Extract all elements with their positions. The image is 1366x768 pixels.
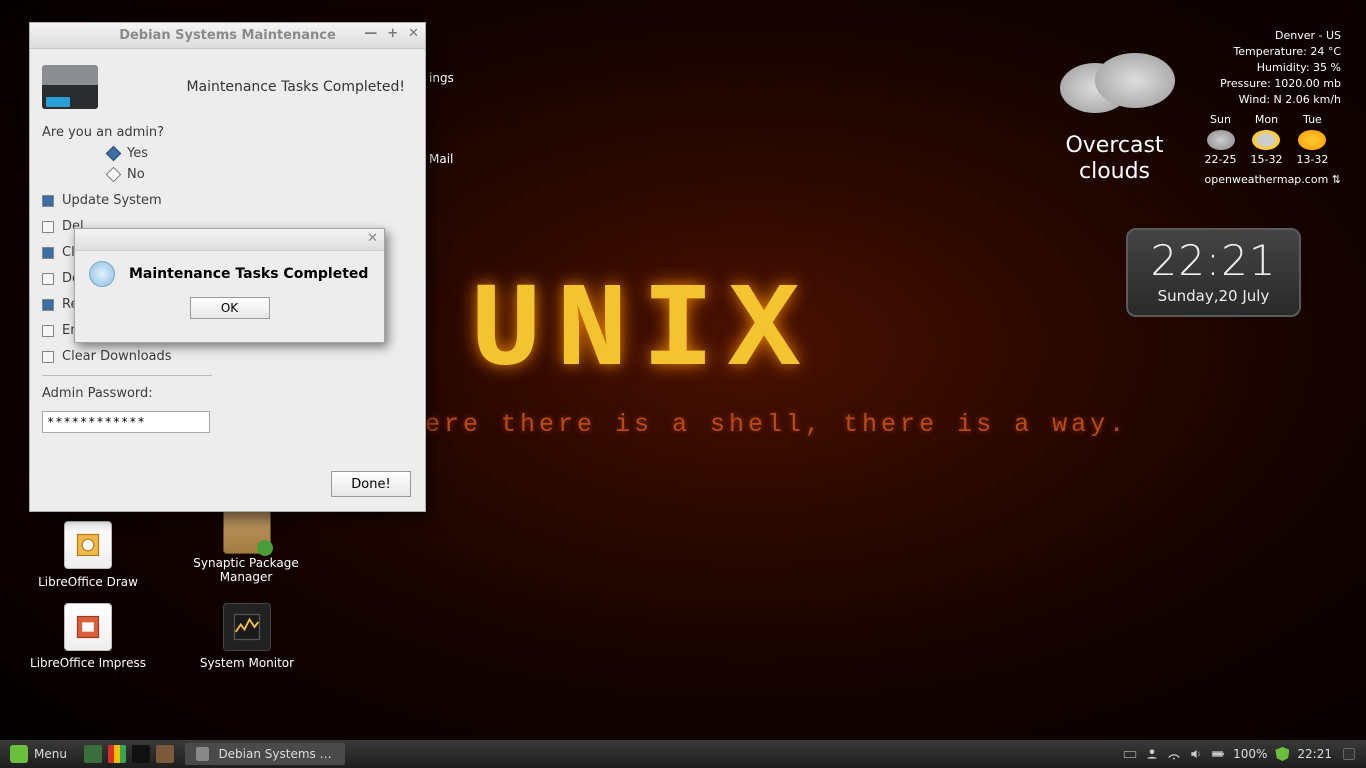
chrome-icon[interactable] [108, 745, 126, 763]
check-label: Update System [62, 193, 162, 208]
divider [42, 375, 212, 376]
weather-pressure: Pressure: 1020.00 mb [1205, 76, 1341, 92]
fc-range-mon: 15-32 [1250, 153, 1282, 166]
hidden-label-mail: Mail [429, 152, 453, 166]
clock-widget: 22:21 Sunday,20 July [1126, 228, 1301, 317]
lightbulb-icon [89, 261, 115, 287]
close-button[interactable]: ✕ [408, 26, 419, 41]
completion-dialog: ✕ Maintenance Tasks Completed OK [74, 228, 385, 343]
taskbar: Menu Debian Systems M... 100% 22:21 [0, 740, 1366, 768]
checkbox-icon [42, 273, 54, 285]
check-label: Clear Downloads [62, 349, 172, 364]
radio-yes-label: Yes [127, 146, 148, 161]
menu-label: Menu [34, 747, 67, 761]
show-desktop-icon[interactable] [84, 745, 102, 763]
forecast-row: Sun 22-25 Mon 15-32 Tue 13-32 [1205, 112, 1341, 168]
fc-icon-tue [1298, 130, 1326, 150]
checkbox-icon [42, 247, 54, 259]
radio-icon [106, 167, 122, 183]
fc-day-tue: Tue [1303, 113, 1322, 126]
keyboard-icon[interactable] [1123, 747, 1137, 761]
wallpaper-title: UNIX [470, 265, 814, 401]
synaptic-label: Synaptic Package Manager [182, 556, 310, 584]
minimize-button[interactable]: — [364, 26, 377, 41]
ok-button[interactable]: OK [190, 297, 270, 319]
checkbox-icon [42, 351, 54, 363]
radio-no-label: No [127, 167, 145, 182]
menu-button[interactable]: Menu [0, 740, 77, 768]
checkbox-icon [42, 195, 54, 207]
terminal-icon[interactable] [132, 745, 150, 763]
maximize-button[interactable]: + [387, 26, 398, 41]
check-clear-downloads[interactable]: Clear Downloads [42, 349, 413, 364]
taskbar-item-maintenance[interactable]: Debian Systems M... [185, 743, 345, 765]
fc-day-sun: Sun [1210, 113, 1231, 126]
fc-range-sun: 22-25 [1205, 153, 1237, 166]
password-input[interactable] [42, 411, 210, 433]
libreoffice-impress-icon[interactable] [64, 603, 112, 651]
hero-text: Maintenance Tasks Completed! [186, 79, 405, 95]
wallpaper-subtitle: ere there is a shell, there is a way. [425, 410, 1128, 439]
shield-icon[interactable] [1275, 747, 1289, 761]
synaptic-icon[interactable] [223, 506, 271, 554]
fc-icon-mon [1252, 130, 1280, 150]
weather-condition: Overcast clouds [1045, 133, 1185, 186]
window-titlebar[interactable]: Debian Systems Maintenance — + ✕ [30, 23, 425, 49]
tray-end-icon[interactable] [1343, 748, 1355, 760]
hidden-label-settings: ings [429, 71, 454, 85]
weather-humidity: Humidity: 35 % [1205, 60, 1341, 76]
weather-temp: Temperature: 24 °C [1205, 44, 1341, 60]
fc-range-tue: 13-32 [1296, 153, 1328, 166]
libreoffice-draw-icon[interactable] [64, 521, 112, 569]
radio-no[interactable]: No [108, 167, 413, 182]
clock-date: Sunday,20 July [1140, 287, 1287, 305]
radio-icon-selected [106, 146, 122, 162]
checkbox-icon [42, 221, 54, 233]
window-title: Debian Systems Maintenance [119, 28, 336, 43]
checkbox-icon [42, 325, 54, 337]
done-button[interactable]: Done! [331, 471, 411, 497]
user-icon[interactable] [1145, 747, 1159, 761]
mint-logo-icon [10, 745, 28, 763]
battery-icon[interactable] [1211, 747, 1225, 761]
battery-percent: 100% [1233, 747, 1267, 761]
volume-icon[interactable] [1189, 747, 1203, 761]
dialog-message: Maintenance Tasks Completed [129, 266, 368, 282]
files-icon[interactable] [156, 745, 174, 763]
taskbar-clock[interactable]: 22:21 [1297, 747, 1332, 761]
disk-icon [42, 65, 98, 109]
quicklaunch [77, 745, 177, 763]
network-icon[interactable] [1167, 747, 1181, 761]
admin-question: Are you an admin? [42, 125, 413, 140]
libreoffice-impress-label: LibreOffice Impress [18, 656, 158, 670]
weather-wind: Wind: N 2.06 km/h [1205, 92, 1341, 108]
task-window-icon [196, 747, 209, 761]
weather-widget: Overcast clouds Denver - US Temperature:… [1205, 28, 1341, 188]
system-monitor-icon[interactable] [223, 603, 271, 651]
dialog-titlebar[interactable]: ✕ [75, 229, 384, 251]
dialog-close-icon[interactable]: ✕ [367, 231, 378, 246]
radio-yes[interactable]: Yes [108, 146, 413, 161]
system-monitor-label: System Monitor [193, 656, 301, 670]
libreoffice-draw-label: LibreOffice Draw [30, 575, 146, 589]
fc-icon-sun [1207, 130, 1235, 150]
clock-time: 22:21 [1140, 236, 1287, 285]
task-label: Debian Systems M... [218, 747, 337, 761]
weather-attribution[interactable]: openweathermap.com ⇅ [1205, 172, 1341, 188]
check-update-system[interactable]: Update System [42, 193, 413, 208]
cloud-icon [1050, 43, 1180, 123]
checkbox-icon [42, 299, 54, 311]
password-label: Admin Password: [42, 386, 413, 401]
fc-day-mon: Mon [1255, 113, 1278, 126]
weather-location: Denver - US [1205, 28, 1341, 44]
system-tray: 100% 22:21 [1123, 747, 1366, 761]
